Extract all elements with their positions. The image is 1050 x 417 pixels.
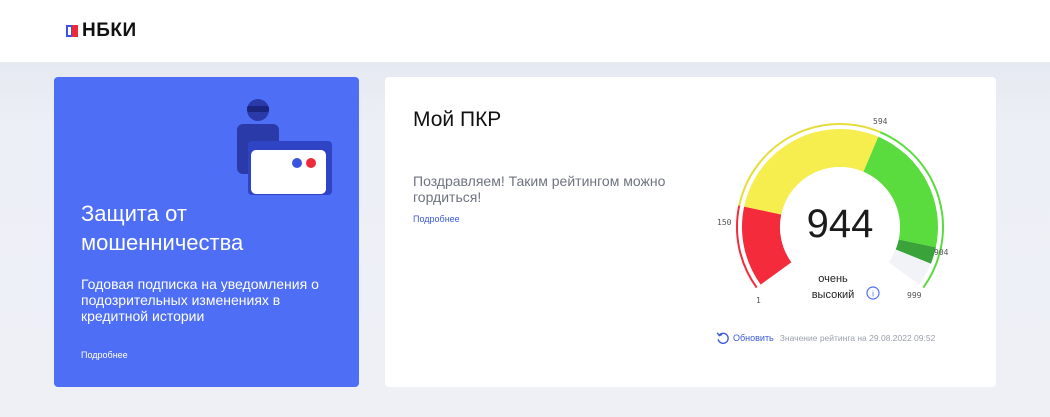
top-header: НБКИ [0,0,1050,62]
promo-title: Защита от мошенничества [81,201,244,255]
refresh-row: Обновить Значение рейтинга на 29.08.2022… [716,330,935,346]
scale-label-min: 1 [756,296,761,305]
nbki-logo[interactable]: НБКИ [66,20,137,42]
refresh-button[interactable]: Обновить [733,333,774,343]
rating-title: Мой ПКР [413,108,502,131]
scale-label-low: 150 [717,218,732,227]
rating-level-line2: высокий [812,289,855,301]
rating-level-line1: очень [818,273,848,285]
logo-text: НБКИ [82,20,137,41]
fraud-protection-card[interactable]: Защита от мошенничества Годовая подписка… [54,77,359,387]
scale-label-max: 999 [907,291,922,300]
scale-label-mid: 594 [873,117,888,126]
rating-message: Поздравляем! Таким рейтингом можно горди… [413,173,666,205]
scale-label-high: 904 [934,248,949,257]
promo-more-link[interactable]: Подробнее [81,350,128,360]
refresh-icon[interactable] [716,331,730,345]
nbki-logo-icon [66,24,78,38]
info-icon[interactable]: i [866,286,880,300]
svg-text:i: i [872,290,874,299]
rating-date: Значение рейтинга на 29.08.2022 09:52 [779,333,936,343]
rating-more-link[interactable]: Подробнее [413,214,460,224]
rating-score: 944 [807,202,874,246]
rating-card: Мой ПКР Поздравляем! Таким рейтингом мож… [385,77,996,387]
hacker-card-icon [237,99,332,195]
rating-gauge: 944 очень высокий i 1 150 594 904 999 [717,117,949,305]
promo-description: Годовая подписка на уведомления о подозр… [81,276,319,324]
